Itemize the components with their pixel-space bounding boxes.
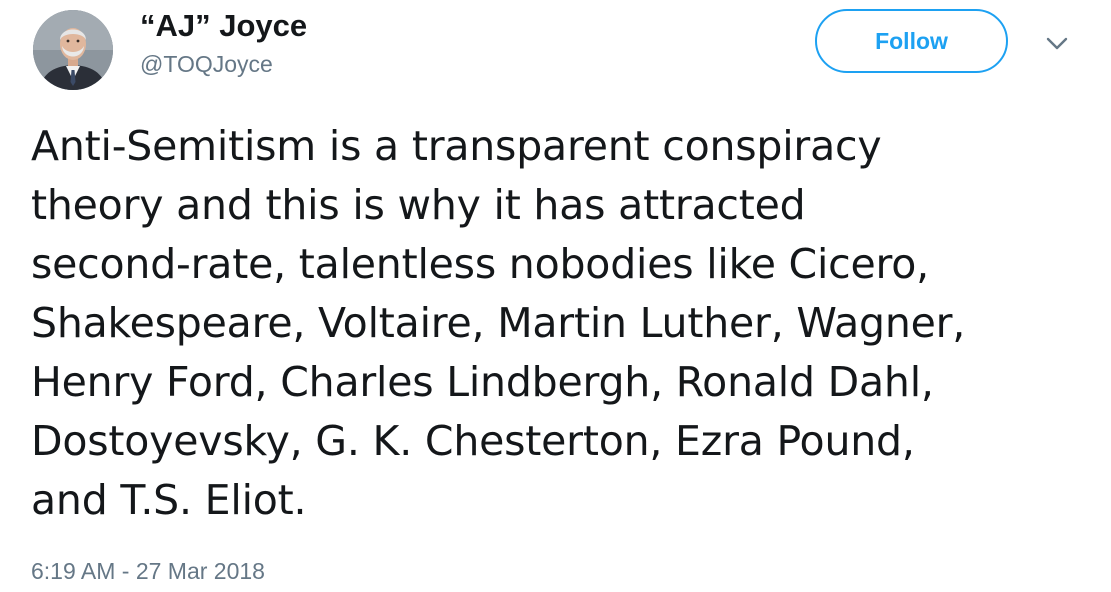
follow-button[interactable]: Follow (815, 9, 1008, 73)
more-options-button[interactable] (1040, 30, 1074, 58)
avatar[interactable] (33, 10, 113, 90)
profile-photo-icon (33, 10, 113, 90)
user-handle[interactable]: @TOQJoyce (140, 49, 273, 79)
tweet-timestamp[interactable]: 6:19 AM - 27 Mar 2018 (31, 556, 265, 586)
display-name[interactable]: “AJ” Joyce (140, 6, 307, 46)
tweet-card: “AJ” Joyce @TOQJoyce Follow Anti-Semitis… (0, 0, 1111, 592)
tweet-text: Anti-Semitism is a transparent conspirac… (31, 122, 966, 524)
chevron-down-icon (1046, 37, 1068, 50)
